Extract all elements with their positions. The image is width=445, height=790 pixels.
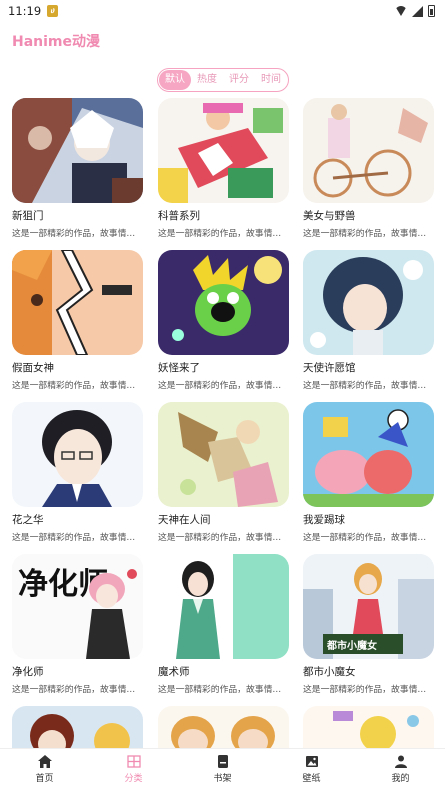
nav-category-label: 分类	[124, 774, 143, 784]
comic-title: 魔术师	[158, 666, 190, 678]
comic-title: 天神在人间	[158, 514, 211, 526]
nav-profile[interactable]: 我的	[356, 749, 445, 790]
comic-title: 美女与野兽	[303, 210, 356, 222]
comic-card[interactable]: 假面女神 这是一部精彩的作品，故事情节…	[12, 250, 143, 391]
comic-desc: 这是一部精彩的作品，故事情节…	[303, 229, 434, 239]
comic-cover[interactable]	[12, 250, 143, 355]
comic-desc: 这是一部精彩的作品，故事情节…	[12, 533, 143, 543]
comic-desc: 这是一部精彩的作品，故事情节…	[303, 381, 434, 391]
comic-title: 天使许愿馆	[303, 362, 356, 374]
comic-desc: 这是一部精彩的作品，故事情…	[158, 381, 282, 391]
nav-wallpaper-label: 壁纸	[302, 774, 321, 784]
comic-cover[interactable]: 都市小魔女	[303, 554, 434, 659]
comic-title: 新狙门	[12, 210, 44, 222]
nav-bookshelf[interactable]: 书架	[178, 749, 267, 790]
nav-home[interactable]: 首页	[0, 749, 89, 790]
comic-card[interactable]: 新狙门 这是一部精彩的作品，故事情节…	[12, 98, 143, 239]
comic-title: 都市小魔女	[303, 666, 356, 678]
comic-title: 花之华	[12, 514, 44, 526]
comic-cover[interactable]	[158, 250, 289, 355]
comic-card[interactable]: 净化师 净化师 这是一部精彩的作品，故事情节…	[12, 554, 143, 695]
screen: 11:19 ሀ Hanime动漫 默认 热度 评分 时间 新狙门 这是一部精彩的…	[0, 0, 445, 790]
comic-desc: 这是一部精彩的作品，故事情节…	[12, 381, 143, 391]
comic-title: 我爱踢球	[303, 514, 345, 526]
comic-cover[interactable]	[158, 98, 289, 203]
category-icon	[126, 755, 141, 768]
cover-title-text: 都市小魔女	[326, 639, 377, 652]
comic-title: 假面女神	[12, 362, 54, 374]
profile-icon	[394, 755, 407, 768]
nav-bookshelf-label: 书架	[213, 774, 232, 784]
nav-wallpaper[interactable]: 壁纸	[267, 749, 356, 790]
home-icon	[37, 755, 52, 768]
comic-desc: 这是一部精彩的作品，故事情节…	[303, 685, 434, 695]
notification-icon: ሀ	[47, 5, 59, 17]
comic-desc: 这是一部精彩的作品，故事情节…	[303, 533, 434, 543]
comic-card[interactable]: 妖怪来了 这是一部精彩的作品，故事情…	[158, 250, 289, 391]
comic-card[interactable]: 天使许愿馆 这是一部精彩的作品，故事情节…	[303, 250, 434, 391]
status-bar: 11:19 ሀ	[0, 0, 445, 22]
comic-title: 净化师	[12, 666, 44, 678]
sort-tab-default[interactable]: 默认	[159, 70, 191, 90]
comic-cover[interactable]	[158, 554, 289, 659]
comic-cover[interactable]: 净化师	[12, 554, 143, 659]
comic-desc: 这是一部精彩的作品，故事情…	[158, 685, 282, 695]
comic-cover[interactable]	[303, 402, 434, 507]
comic-card[interactable]: 天神在人间 这是一部精彩的作品，故事情…	[158, 402, 289, 543]
app-title: Hanime动漫	[12, 34, 101, 50]
nav-category[interactable]: 分类	[89, 749, 178, 790]
comic-card[interactable]: 美女与野兽 这是一部精彩的作品，故事情节…	[303, 98, 434, 239]
comic-card[interactable]: 花之华 这是一部精彩的作品，故事情节…	[12, 402, 143, 543]
comic-card[interactable]: 魔术师 这是一部精彩的作品，故事情…	[158, 554, 289, 695]
bookshelf-icon	[217, 755, 228, 768]
comic-card[interactable]: 我爱踢球 这是一部精彩的作品，故事情节…	[303, 402, 434, 543]
sort-tabs: 默认 热度 评分 时间	[157, 68, 289, 92]
comic-cover[interactable]	[303, 250, 434, 355]
nav-profile-label: 我的	[391, 774, 410, 784]
comic-desc: 这是一部精彩的作品，故事情节…	[12, 229, 143, 239]
sort-tab-popularity[interactable]: 热度	[191, 70, 223, 90]
battery-icon	[428, 5, 435, 17]
comic-cover[interactable]	[12, 98, 143, 203]
comic-desc: 这是一部精彩的作品，故事情…	[158, 229, 282, 239]
comic-title: 妖怪来了	[158, 362, 200, 374]
comic-cover[interactable]	[158, 402, 289, 507]
comic-card[interactable]: 都市小魔女 都市小魔女 这是一部精彩的作品，故事情节…	[303, 554, 434, 695]
nav-home-label: 首页	[35, 774, 54, 784]
comic-desc: 这是一部精彩的作品，故事情节…	[12, 685, 143, 695]
comic-card[interactable]: 科普系列 这是一部精彩的作品，故事情…	[158, 98, 289, 239]
wifi-icon	[395, 6, 407, 16]
bottom-nav: 首页 分类 书架 壁纸 我的	[0, 748, 445, 790]
status-icons	[395, 5, 435, 17]
status-time: 11:19	[8, 4, 42, 18]
wallpaper-icon	[305, 756, 318, 767]
signal-icon	[412, 5, 423, 17]
comic-cover[interactable]	[303, 98, 434, 203]
sort-tab-time[interactable]: 时间	[255, 70, 287, 90]
comic-title: 科普系列	[158, 210, 200, 222]
comic-desc: 这是一部精彩的作品，故事情…	[158, 533, 282, 543]
sort-tab-rating[interactable]: 评分	[223, 70, 255, 90]
comic-cover[interactable]	[12, 402, 143, 507]
app-bar: Hanime动漫	[0, 22, 445, 60]
